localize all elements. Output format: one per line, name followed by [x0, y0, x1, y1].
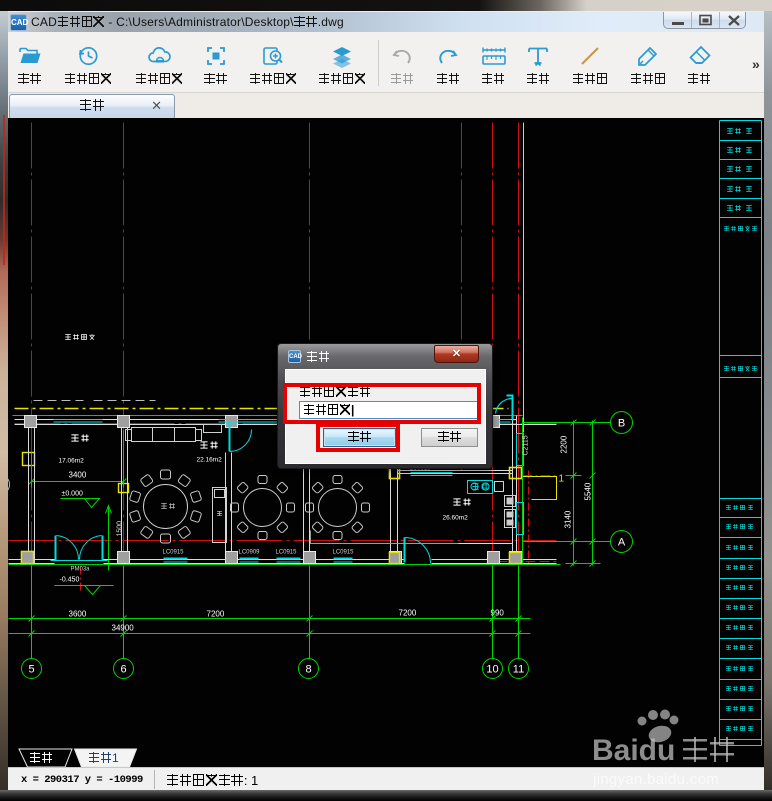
svg-text:3140: 3140	[564, 510, 573, 528]
svg-text:A: A	[618, 537, 626, 549]
svg-text:6: 6	[120, 664, 126, 676]
svg-text:990: 990	[491, 609, 505, 618]
svg-text:22.16m2: 22.16m2	[197, 457, 223, 464]
svg-text:11: 11	[513, 664, 524, 676]
svg-text:26.60m2: 26.60m2	[443, 515, 469, 522]
svg-text:LC0915: LC0915	[333, 550, 355, 556]
svg-text:10: 10	[486, 664, 498, 676]
svg-text:5540: 5540	[584, 482, 593, 500]
svg-text:8: 8	[305, 664, 311, 676]
svg-text:B: B	[618, 418, 625, 430]
svg-text:1500: 1500	[117, 521, 124, 537]
svg-text:3600: 3600	[69, 610, 87, 619]
svg-text:C2115: C2115	[523, 435, 530, 455]
svg-text:LC0915: LC0915	[276, 550, 298, 556]
svg-text:3400: 3400	[69, 471, 87, 480]
svg-text:34900: 34900	[112, 624, 135, 633]
svg-text:LC0909: LC0909	[239, 550, 261, 556]
svg-text:PM03a: PM03a	[71, 567, 91, 573]
svg-text:7200: 7200	[399, 609, 417, 618]
svg-text:-0.450: -0.450	[60, 577, 80, 584]
svg-text:±0.000: ±0.000	[62, 491, 83, 498]
svg-text:1: 1	[559, 474, 565, 485]
svg-text:7200: 7200	[207, 610, 225, 619]
svg-text:5: 5	[28, 664, 34, 676]
svg-text:17.06m2: 17.06m2	[59, 458, 85, 465]
svg-text:LC0915: LC0915	[163, 550, 185, 556]
svg-text:2200: 2200	[560, 435, 569, 453]
